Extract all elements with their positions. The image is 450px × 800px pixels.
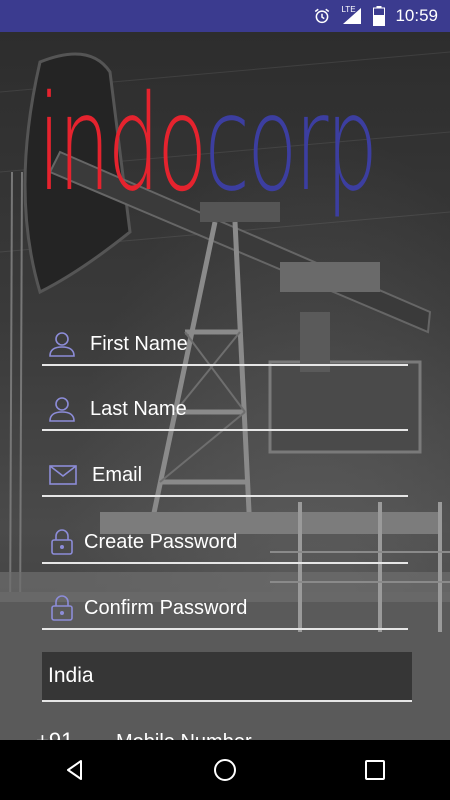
status-time: 10:59 bbox=[395, 6, 438, 25]
recents-icon bbox=[365, 760, 385, 780]
first-name-field[interactable] bbox=[42, 324, 408, 366]
envelope-icon bbox=[49, 465, 77, 485]
network-label: LTE bbox=[341, 5, 356, 14]
create-password-input[interactable] bbox=[84, 530, 384, 554]
last-name-input[interactable] bbox=[90, 397, 390, 421]
user-icon bbox=[49, 397, 75, 422]
home-button[interactable] bbox=[201, 746, 249, 794]
lock-icon bbox=[51, 529, 73, 555]
signal-icon: LTE bbox=[341, 5, 363, 25]
status-bar: LTE 10:59 bbox=[0, 0, 450, 32]
system-nav-bar bbox=[0, 740, 450, 800]
alarm-icon bbox=[315, 8, 330, 24]
logo-part-indo: indo bbox=[38, 67, 207, 221]
email-field[interactable] bbox=[42, 455, 408, 497]
user-icon bbox=[49, 332, 75, 357]
country-value: India bbox=[48, 664, 94, 687]
logo-part-corp: corp bbox=[204, 67, 378, 221]
lock-icon bbox=[51, 595, 73, 621]
country-select[interactable]: India bbox=[42, 652, 412, 702]
back-button[interactable] bbox=[51, 746, 99, 794]
create-password-field[interactable] bbox=[42, 522, 408, 564]
confirm-password-input[interactable] bbox=[84, 596, 384, 620]
first-name-input[interactable] bbox=[90, 332, 390, 356]
home-icon bbox=[214, 759, 236, 781]
confirm-password-field[interactable] bbox=[42, 588, 408, 630]
back-icon bbox=[67, 760, 82, 780]
battery-icon bbox=[373, 6, 386, 26]
email-input[interactable] bbox=[92, 463, 392, 487]
last-name-field[interactable] bbox=[42, 389, 408, 431]
recents-button[interactable] bbox=[351, 746, 399, 794]
indocorp-logo: indocorp bbox=[38, 78, 378, 210]
